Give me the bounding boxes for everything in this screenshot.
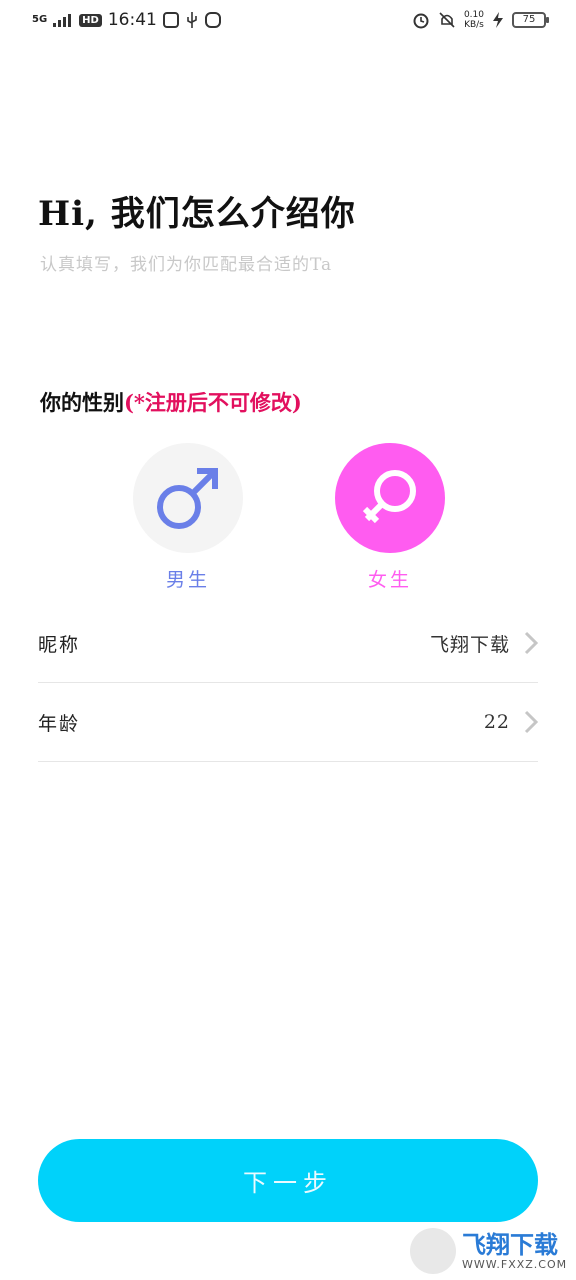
status-bar: 5G HD 16:41 0.10 KB/s 75 xyxy=(0,0,576,44)
signal-icon xyxy=(53,14,72,27)
status-bar-left: 5G HD 16:41 xyxy=(32,10,221,30)
gender-label-text: 你的性别 xyxy=(40,390,124,415)
nickname-row[interactable]: 昵称 飞翔下载 xyxy=(38,604,538,683)
status-time: 16:41 xyxy=(107,10,157,30)
hd-badge: HD xyxy=(79,13,102,27)
male-option-label[interactable]: 男生 xyxy=(133,565,243,592)
watermark: 飞翔下载 WWW.FXXZ.COM xyxy=(410,1222,576,1280)
nickname-value-group: 飞翔下载 xyxy=(430,630,538,657)
male-symbol-icon xyxy=(157,468,218,529)
page-subtitle: 认真填写，我们为你匹配最合适的Ta xyxy=(40,255,333,275)
page-title: Hi, 我们怎么介绍你 xyxy=(38,194,356,234)
age-value: 22 xyxy=(483,711,510,733)
gender-section-label: 你的性别(*注册后不可修改) xyxy=(40,387,302,417)
network-speed: 0.10 KB/s xyxy=(463,10,484,30)
network-indicator: 5G xyxy=(32,14,48,25)
watermark-logo-icon xyxy=(410,1228,456,1274)
female-option-label[interactable]: 女生 xyxy=(335,565,445,592)
female-option-button[interactable] xyxy=(335,443,445,553)
watermark-main-text: 飞翔下载 xyxy=(462,1230,558,1259)
nickname-value: 飞翔下载 xyxy=(429,633,510,656)
female-symbol-icon xyxy=(362,470,416,524)
age-value-group: 22 xyxy=(484,710,538,734)
watermark-sub-text: WWW.FXXZ.COM xyxy=(462,1257,568,1271)
age-label: 年龄 xyxy=(38,712,81,735)
charging-icon xyxy=(493,12,503,28)
alarm-icon xyxy=(413,13,429,29)
age-row[interactable]: 年龄 22 xyxy=(38,683,538,762)
mute-bell-icon xyxy=(439,12,455,28)
next-step-button[interactable]: 下一步 xyxy=(38,1139,538,1222)
nickname-label: 昵称 xyxy=(38,633,81,656)
watermark-text: 飞翔下载 WWW.FXXZ.COM xyxy=(462,1232,567,1271)
battery-icon: 75 xyxy=(512,12,549,28)
usb-icon xyxy=(187,12,197,28)
status-bar-right: 0.10 KB/s 75 xyxy=(412,10,549,30)
app-notification-icon xyxy=(162,12,179,28)
chevron-right-icon xyxy=(524,710,538,734)
chevron-right-icon xyxy=(524,631,538,655)
male-option-button[interactable] xyxy=(133,443,243,553)
at-icon xyxy=(204,12,221,28)
gender-note: (*注册后不可修改) xyxy=(124,390,302,415)
